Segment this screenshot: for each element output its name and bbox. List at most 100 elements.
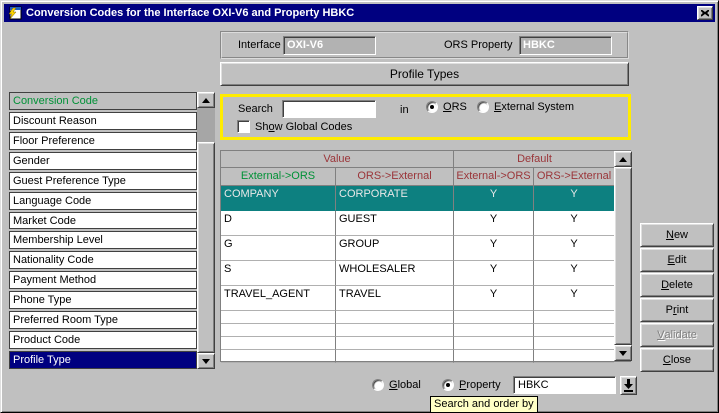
show-global-codes-checkbox[interactable]: Show Global Codes [237,120,352,133]
delete-button[interactable]: Delete [640,273,714,297]
radio-property-label: Property [459,379,501,391]
conversion-list-item[interactable]: Profile Type [9,351,197,369]
grid-cell[interactable] [454,350,534,363]
property-code-field[interactable]: HBKC [513,376,616,394]
grid-cell[interactable]: Y [534,186,614,211]
conversion-list-item[interactable]: Phone Type [9,291,197,309]
grid-cell[interactable] [454,337,534,350]
grid-row[interactable] [221,337,615,350]
grid-cell[interactable]: Y [534,286,614,311]
grid-cell[interactable]: CORPORATE [336,186,454,211]
column-header: ORS->External [534,168,614,186]
grid-cell[interactable] [336,350,454,363]
scrollbar-thumb[interactable] [197,142,215,353]
radio-property-circle[interactable] [442,379,454,391]
conversion-list-item[interactable]: Market Code [9,212,197,230]
title-bar[interactable]: Conversion Codes for the Interface OXI-V… [4,4,715,22]
grid-cell[interactable] [221,324,336,337]
grid-cell[interactable]: WHOLESALER [336,261,454,286]
grid-row[interactable] [221,311,615,324]
new-button[interactable]: New [640,223,714,247]
grid-row[interactable]: TRAVEL_AGENTTRAVELYY [221,286,615,311]
radio-external-circle[interactable] [477,101,489,113]
grid-cell[interactable]: Y [534,261,614,286]
grid-cell[interactable]: Y [454,211,534,236]
grid-cell[interactable]: Y [534,211,614,236]
scroll-down-icon[interactable] [614,345,632,361]
grid-cell[interactable]: Y [454,261,534,286]
grid-row[interactable] [221,350,615,363]
grid-cell[interactable] [336,324,454,337]
column-header: External->ORS [221,168,336,186]
edit-button[interactable]: Edit [640,248,714,272]
grid-cell[interactable] [454,311,534,324]
profile-types-label: Profile Types [390,67,459,81]
scrollbar-thumb[interactable] [614,167,632,345]
checkbox-box[interactable] [237,120,250,133]
grid-cell[interactable] [221,337,336,350]
grid-cell[interactable] [454,324,534,337]
conversion-list-item[interactable]: Gender [9,152,197,170]
grid-cell[interactable] [534,337,614,350]
grid-cell[interactable]: S [221,261,336,286]
close-button[interactable]: Close [640,348,714,372]
conversion-list-item[interactable]: Guest Preference Type [9,172,197,190]
grid-cell[interactable] [534,311,614,324]
grid-row[interactable]: COMPANYCORPORATEYY [221,186,615,211]
ors-property-field[interactable]: HBKC [519,36,612,55]
grid-cell[interactable]: GROUP [336,236,454,261]
lov-button[interactable] [620,376,637,395]
grid-scrollbar[interactable] [614,151,632,361]
conversion-list-item[interactable]: Membership Level [9,231,197,249]
grid-cell[interactable] [221,350,336,363]
conversion-list-item[interactable]: Language Code [9,192,197,210]
radio-ors-circle[interactable] [426,101,438,113]
scroll-up-icon[interactable] [197,92,215,108]
grid-cell[interactable]: COMPANY [221,186,336,211]
close-icon[interactable] [697,6,713,20]
conversion-list-item[interactable]: Product Code [9,331,197,349]
grid-row[interactable]: GGROUPYY [221,236,615,261]
search-input[interactable] [282,100,376,118]
grid-cell[interactable]: Y [534,236,614,261]
grid-row[interactable]: DGUESTYY [221,211,615,236]
grid-body: COMPANYCORPORATEYYDGUESTYYGGROUPYYSWHOLE… [221,186,615,363]
scroll-up-icon[interactable] [614,151,632,167]
conversion-list-item[interactable]: Preferred Room Type [9,311,197,329]
conversion-list-item[interactable]: Payment Method [9,271,197,289]
radio-external-system[interactable]: External System [477,101,574,113]
grid-cell[interactable] [221,311,336,324]
conversion-list-item[interactable]: Floor Preference [9,132,197,150]
grid-cell[interactable]: D [221,211,336,236]
grid-cell[interactable] [534,350,614,363]
validate-button[interactable]: Validate [640,323,714,347]
radio-property[interactable]: Property [442,379,501,391]
grid-cell[interactable]: GUEST [336,211,454,236]
grid-cell[interactable]: Y [454,236,534,261]
grid-cell[interactable] [336,311,454,324]
grid-row[interactable]: SWHOLESALERYY [221,261,615,286]
conversion-grid: Value Default External->ORSORS->External… [220,150,631,362]
conversion-code-list: Conversion CodeDiscount ReasonFloor Pref… [9,92,215,369]
radio-global-circle[interactable] [372,379,384,391]
radio-global[interactable]: Global [372,379,421,391]
conversion-list-item[interactable]: Nationality Code [9,251,197,269]
grid-cell[interactable]: Y [454,286,534,311]
search-panel: Search in ORS External System Show Globa… [220,94,631,140]
grid-cell[interactable]: TRAVEL_AGENT [221,286,336,311]
radio-ors[interactable]: ORS [426,101,467,113]
conversion-list-item[interactable]: Discount Reason [9,112,197,130]
grid-cell[interactable]: G [221,236,336,261]
print-button[interactable]: Print [640,298,714,322]
grid-row[interactable] [221,324,615,337]
scroll-down-icon[interactable] [197,353,215,369]
list-scrollbar[interactable] [197,92,215,369]
interface-field[interactable]: OXI-V6 [283,36,376,55]
profile-types-button[interactable]: Profile Types [220,62,629,86]
tooltip: Search and order by [430,396,538,413]
grid-cell[interactable]: Y [454,186,534,211]
radio-ors-label: ORS [443,101,467,113]
grid-cell[interactable] [336,337,454,350]
grid-cell[interactable] [534,324,614,337]
grid-cell[interactable]: TRAVEL [336,286,454,311]
